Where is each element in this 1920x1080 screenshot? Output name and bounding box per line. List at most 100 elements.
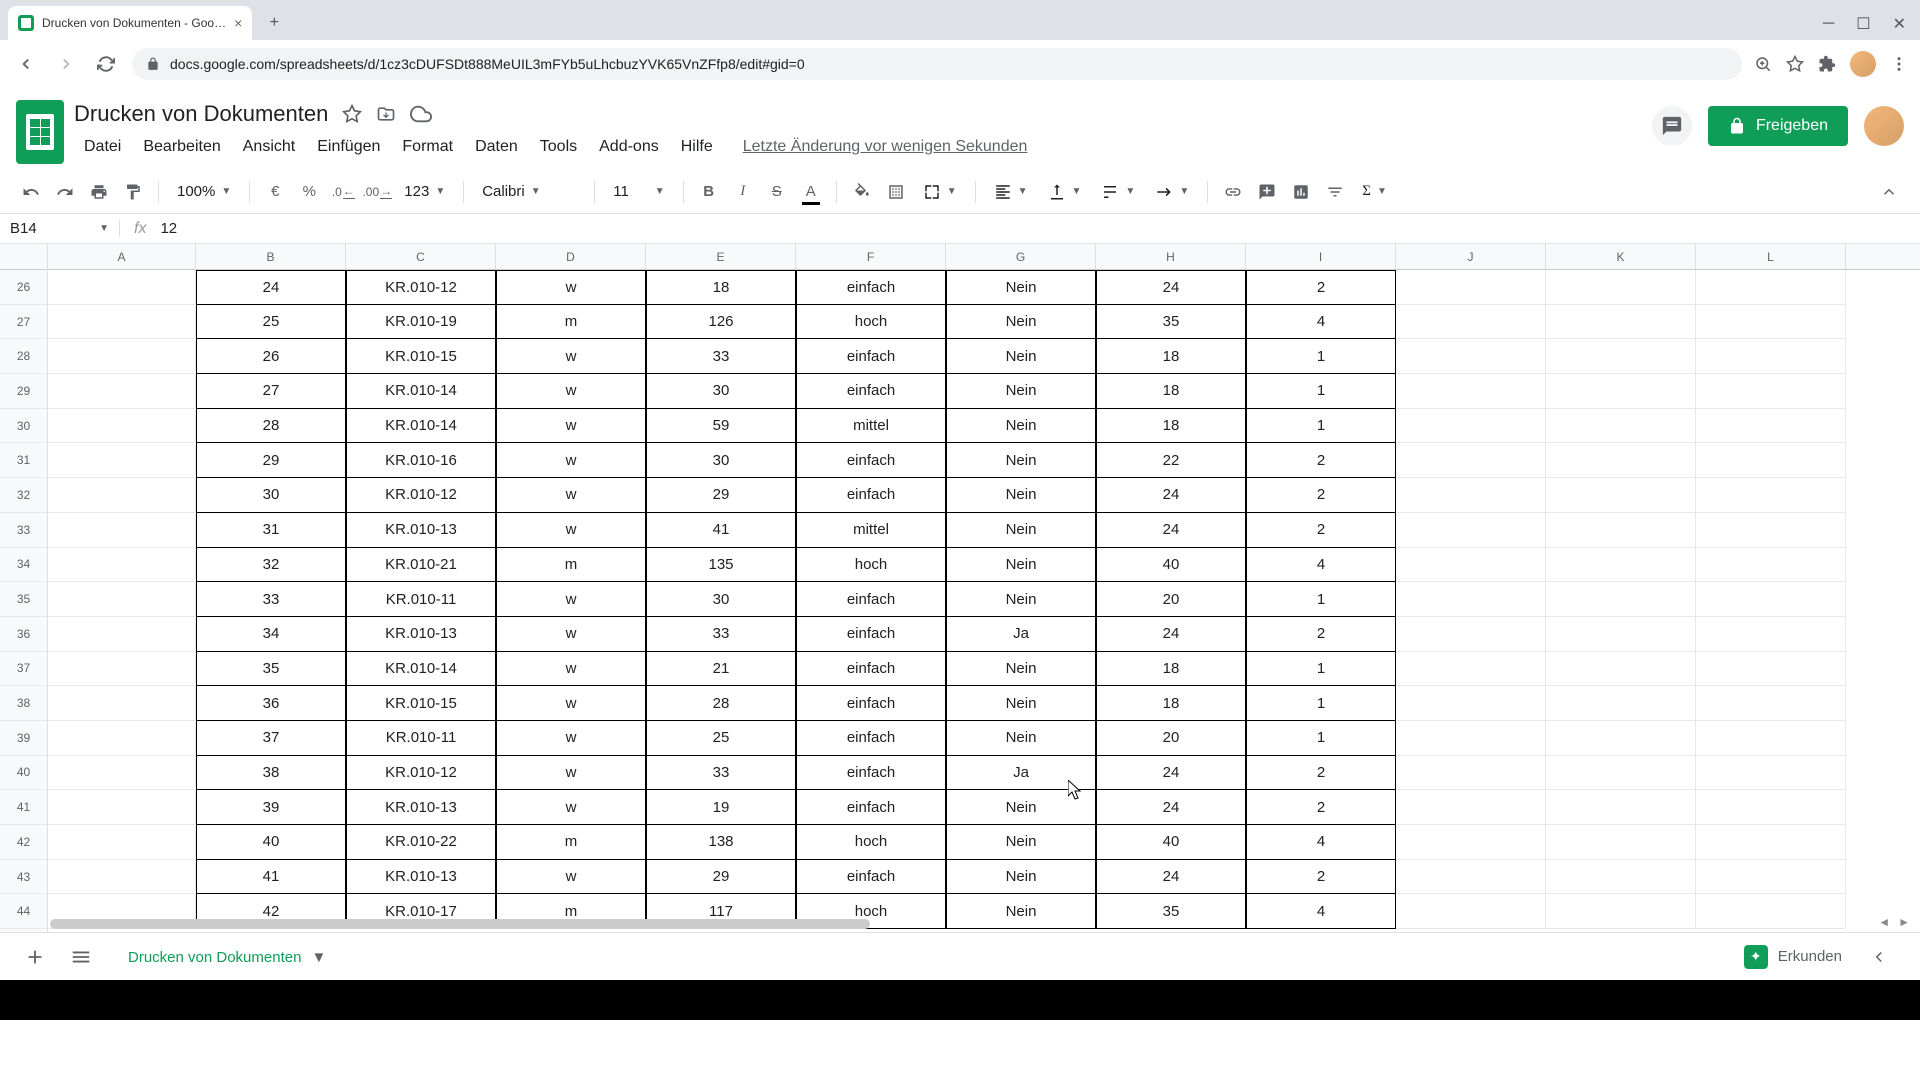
- zoom-select[interactable]: 100%▼: [169, 183, 239, 200]
- cell[interactable]: 40: [1096, 825, 1246, 860]
- cell[interactable]: einfach: [796, 860, 946, 895]
- cell[interactable]: hoch: [796, 825, 946, 860]
- reload-button[interactable]: [92, 50, 120, 78]
- row-header[interactable]: 31: [0, 443, 47, 478]
- cell[interactable]: [1396, 652, 1546, 687]
- cell[interactable]: [1396, 478, 1546, 513]
- column-header-B[interactable]: B: [196, 244, 346, 269]
- cell[interactable]: 31: [196, 513, 346, 548]
- cell[interactable]: KR.010-21: [346, 548, 496, 583]
- cell[interactable]: w: [496, 790, 646, 825]
- cell[interactable]: [48, 374, 196, 409]
- cell[interactable]: 21: [646, 652, 796, 687]
- cell[interactable]: 18: [646, 270, 796, 305]
- menu-bearbeiten[interactable]: Bearbeiten: [133, 134, 230, 160]
- collapse-side-panel-button[interactable]: [1870, 948, 1900, 966]
- cell[interactable]: 38: [196, 756, 346, 791]
- cell[interactable]: [1696, 513, 1846, 548]
- cell[interactable]: [1546, 513, 1696, 548]
- cell[interactable]: w: [496, 374, 646, 409]
- cell[interactable]: [1546, 478, 1696, 513]
- cell[interactable]: [1696, 894, 1846, 929]
- cell[interactable]: [1546, 721, 1696, 756]
- cell[interactable]: 24: [1096, 790, 1246, 825]
- cell[interactable]: 25: [646, 721, 796, 756]
- cell[interactable]: Nein: [946, 721, 1096, 756]
- cell[interactable]: einfach: [796, 374, 946, 409]
- column-header-D[interactable]: D: [496, 244, 646, 269]
- cell[interactable]: [48, 339, 196, 374]
- cell[interactable]: [1396, 305, 1546, 340]
- cell[interactable]: m: [496, 305, 646, 340]
- cell[interactable]: 18: [1096, 652, 1246, 687]
- currency-button[interactable]: €: [260, 177, 290, 207]
- cell[interactable]: 59: [646, 409, 796, 444]
- cell[interactable]: w: [496, 513, 646, 548]
- cell[interactable]: 1: [1246, 686, 1396, 721]
- cell[interactable]: [1396, 825, 1546, 860]
- cell[interactable]: [1696, 443, 1846, 478]
- menu-einfuegen[interactable]: Einfügen: [307, 134, 390, 160]
- cell[interactable]: Nein: [946, 686, 1096, 721]
- row-header[interactable]: 35: [0, 582, 47, 617]
- column-header-H[interactable]: H: [1096, 244, 1246, 269]
- font-size-select[interactable]: 11▼: [605, 183, 672, 200]
- cell[interactable]: [1696, 617, 1846, 652]
- cell[interactable]: [1396, 374, 1546, 409]
- row-header[interactable]: 29: [0, 374, 47, 409]
- cell[interactable]: 36: [196, 686, 346, 721]
- cell[interactable]: w: [496, 478, 646, 513]
- cell[interactable]: einfach: [796, 652, 946, 687]
- cell[interactable]: [1696, 374, 1846, 409]
- menu-addons[interactable]: Add-ons: [589, 134, 669, 160]
- cell[interactable]: 18: [1096, 339, 1246, 374]
- cell[interactable]: 35: [1096, 894, 1246, 929]
- all-sheets-button[interactable]: [66, 942, 96, 972]
- new-tab-button[interactable]: +: [260, 9, 288, 37]
- cell[interactable]: Nein: [946, 270, 1096, 305]
- spreadsheet-grid[interactable]: 26272829303132333435363738394041424344 A…: [0, 244, 1920, 932]
- cell[interactable]: KR.010-12: [346, 478, 496, 513]
- cell[interactable]: 4: [1246, 548, 1396, 583]
- number-format-select[interactable]: 123▼: [396, 183, 453, 200]
- url-input[interactable]: docs.google.com/spreadsheets/d/1cz3cDUFS…: [132, 48, 1742, 80]
- cell[interactable]: 39: [196, 790, 346, 825]
- cell[interactable]: 33: [646, 339, 796, 374]
- cell[interactable]: [1546, 686, 1696, 721]
- cell[interactable]: [1696, 825, 1846, 860]
- document-title[interactable]: Drucken von Dokumenten: [74, 101, 328, 127]
- cell[interactable]: Nein: [946, 548, 1096, 583]
- fill-color-button[interactable]: [847, 177, 877, 207]
- cell[interactable]: 24: [1096, 617, 1246, 652]
- cell[interactable]: [1546, 374, 1696, 409]
- column-header-I[interactable]: I: [1246, 244, 1396, 269]
- merge-cells-button[interactable]: ▼: [915, 183, 965, 201]
- row-header[interactable]: 38: [0, 686, 47, 721]
- cell[interactable]: [1396, 548, 1546, 583]
- cell[interactable]: [1396, 513, 1546, 548]
- cell[interactable]: w: [496, 270, 646, 305]
- column-header-C[interactable]: C: [346, 244, 496, 269]
- cell[interactable]: 18: [1096, 374, 1246, 409]
- cell[interactable]: 30: [196, 478, 346, 513]
- cell[interactable]: 30: [646, 582, 796, 617]
- functions-button[interactable]: Σ▼: [1354, 183, 1395, 200]
- cell[interactable]: 2: [1246, 443, 1396, 478]
- cell[interactable]: KR.010-16: [346, 443, 496, 478]
- cell[interactable]: Nein: [946, 582, 1096, 617]
- cell[interactable]: [1546, 825, 1696, 860]
- cell[interactable]: einfach: [796, 756, 946, 791]
- cell[interactable]: [1546, 548, 1696, 583]
- cell[interactable]: einfach: [796, 478, 946, 513]
- column-header-J[interactable]: J: [1396, 244, 1546, 269]
- star-icon[interactable]: [1786, 55, 1804, 73]
- cell[interactable]: KR.010-19: [346, 305, 496, 340]
- cell[interactable]: 30: [646, 443, 796, 478]
- cell[interactable]: [48, 513, 196, 548]
- cell[interactable]: hoch: [796, 305, 946, 340]
- sheet-tab[interactable]: Drucken von Dokumenten ▼: [112, 939, 342, 974]
- cell[interactable]: m: [496, 548, 646, 583]
- cell[interactable]: 30: [646, 374, 796, 409]
- cell[interactable]: Nein: [946, 305, 1096, 340]
- decrease-decimal-button[interactable]: .0←: [328, 177, 358, 207]
